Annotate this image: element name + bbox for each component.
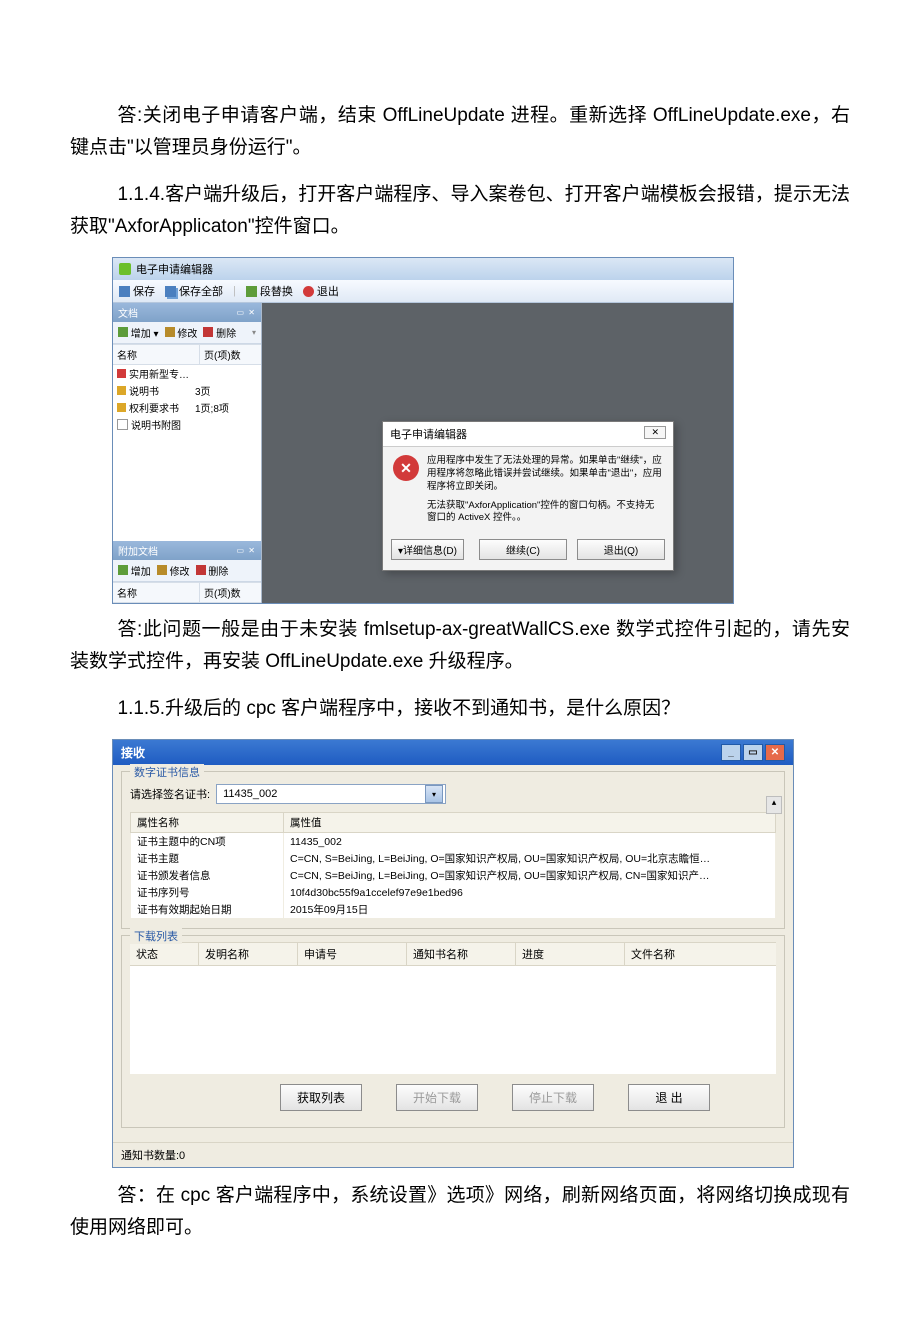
dialog-message: 应用程序中发生了无法处理的异常。如果单击"继续"，应用程序将忽略此错误并尝试继续… bbox=[427, 455, 663, 525]
fieldset-legend: 下载列表 bbox=[130, 928, 182, 944]
list-item[interactable]: 说明书3页 bbox=[113, 382, 261, 399]
docs-list: 实用新型专… 说明书3页 权利要求书1页;8项 说明书附图 bbox=[113, 365, 261, 541]
doc-img-icon bbox=[117, 419, 128, 430]
delete-button[interactable]: 删除 bbox=[196, 563, 229, 578]
button-row: 获取列表 开始下载 停止下载 退 出 bbox=[130, 1074, 776, 1117]
editor-toolbar: 保存 保存全部 | 段替换 退出 bbox=[113, 280, 733, 303]
pane-controls-icon[interactable]: ▭ ✕ bbox=[237, 546, 256, 555]
window-title: 电子申请编辑器 bbox=[136, 261, 213, 277]
close-button[interactable]: ✕ bbox=[765, 744, 785, 761]
download-list-body bbox=[130, 966, 776, 1074]
attach-list-header: 名称 页(项)数 bbox=[113, 582, 261, 603]
error-dialog: ✕ 电子申请编辑器 ✕ 应用程序中发生了无法处理的异常。如果单击"继续"，应用程… bbox=[382, 421, 674, 571]
docs-list-header: 名称 页(项)数 bbox=[113, 344, 261, 365]
save-all-button[interactable]: 保存全部 bbox=[165, 283, 223, 299]
docs-pane-header: 文档▭ ✕ bbox=[113, 303, 261, 322]
plus-icon bbox=[118, 327, 128, 337]
doc-icon bbox=[117, 386, 126, 395]
cert-fieldset: 数字证书信息 请选择签名证书: 11435_002 ▾ 属性名称属性值 证书主题… bbox=[121, 771, 785, 929]
cert-combobox[interactable]: 11435_002 ▾ bbox=[216, 784, 446, 804]
list-item[interactable]: 权利要求书1页;8项 bbox=[113, 399, 261, 416]
edit-icon bbox=[165, 327, 175, 337]
add-button[interactable]: 增加 bbox=[118, 563, 151, 578]
scroll-up-icon[interactable]: ▴ bbox=[766, 796, 782, 814]
doc-xml-icon bbox=[117, 369, 126, 378]
app-icon bbox=[119, 263, 131, 275]
maximize-button[interactable]: ▭ bbox=[743, 744, 763, 761]
quit-button[interactable]: 退出(Q) bbox=[577, 539, 665, 560]
window-titlebar: 接收 _ ▭ ✕ bbox=[113, 740, 793, 765]
add-button[interactable]: 增加 ▾ bbox=[118, 325, 159, 340]
save-icon bbox=[119, 286, 130, 297]
exit-button[interactable]: 退 出 bbox=[628, 1084, 710, 1111]
table-row: 证书主题C=CN, S=BeiJing, L=BeiJing, O=国家知识产权… bbox=[131, 850, 776, 867]
left-pane: 文档▭ ✕ 增加 ▾ 修改 删除 ▾ 名称 页(项)数 实用新型专… 说明书3页… bbox=[113, 303, 262, 603]
doc-icon bbox=[117, 403, 126, 412]
answer-114: 答:此问题一般是由于未安装 fmlsetup-ax-greatWallCS.ex… bbox=[70, 614, 850, 679]
download-list-header: 状态 发明名称 申请号 通知书名称 进度 文件名称 bbox=[130, 942, 776, 966]
dialog-close-button[interactable]: ✕ bbox=[644, 426, 666, 439]
delete-button[interactable]: 删除 bbox=[203, 325, 236, 340]
status-bar: 通知书数量:0 bbox=[113, 1142, 793, 1167]
stop-download-button[interactable]: 停止下载 bbox=[512, 1084, 594, 1111]
window-controls: _ ▭ ✕ bbox=[721, 744, 785, 761]
question-114: 1.1.4.客户端升级后，打开客户端程序、导入案卷包、打开客户端模板会报错，提示… bbox=[70, 179, 850, 244]
cert-properties-table: 属性名称属性值 证书主题中的CN项11435_002 证书主题C=CN, S=B… bbox=[130, 812, 776, 918]
replace-icon bbox=[246, 286, 257, 297]
start-download-button[interactable]: 开始下载 bbox=[396, 1084, 478, 1111]
attach-toolbar: 增加 修改 删除 bbox=[113, 560, 261, 582]
list-item[interactable]: 实用新型专… bbox=[113, 365, 261, 382]
table-row: 证书主题中的CN项11435_002 bbox=[131, 833, 776, 851]
question-115: 1.1.5.升级后的 cpc 客户端程序中，接收不到通知书，是什么原因？ bbox=[70, 693, 850, 725]
fieldset-legend: 数字证书信息 bbox=[130, 764, 204, 780]
save-all-icon bbox=[165, 286, 176, 297]
edit-icon bbox=[157, 565, 167, 575]
editor-window: 电子申请编辑器 保存 保存全部 | 段替换 退出 文档▭ ✕ 增加 ▾ 修改 删… bbox=[112, 257, 734, 604]
download-fieldset: 下载列表 状态 发明名称 申请号 通知书名称 进度 文件名称 获取列表 开始下载… bbox=[121, 935, 785, 1128]
exit-icon bbox=[303, 286, 314, 297]
replace-button[interactable]: 段替换 bbox=[246, 283, 293, 299]
delete-icon bbox=[196, 565, 206, 575]
pane-controls-icon[interactable]: ▭ ✕ bbox=[237, 308, 256, 317]
attach-pane-header: 附加文档▭ ✕ bbox=[113, 541, 261, 560]
chevron-down-icon[interactable]: ▾ bbox=[425, 785, 443, 803]
edit-button[interactable]: 修改 bbox=[165, 325, 198, 340]
save-button[interactable]: 保存 bbox=[119, 283, 155, 299]
minimize-button[interactable]: _ bbox=[721, 744, 741, 761]
delete-icon bbox=[203, 327, 213, 337]
answer-113: 答:关闭电子申请客户端，结束 OffLineUpdate 进程。重新选择 Off… bbox=[70, 100, 850, 165]
attach-pane: 附加文档▭ ✕ 增加 修改 删除 名称 页(项)数 bbox=[113, 541, 261, 603]
window-titlebar: 电子申请编辑器 bbox=[113, 258, 733, 280]
table-row: 证书颁发者信息C=CN, S=BeiJing, L=BeiJing, O=国家知… bbox=[131, 867, 776, 884]
answer-115: 答：在 cpc 客户端程序中，系统设置》选项》网络，刷新网络页面，将网络切换成现… bbox=[70, 1180, 850, 1245]
continue-button[interactable]: 继续(C) bbox=[479, 539, 567, 560]
cert-select-label: 请选择签名证书: bbox=[130, 786, 210, 802]
list-item[interactable]: 说明书附图 bbox=[113, 416, 261, 433]
docs-toolbar: 增加 ▾ 修改 删除 ▾ bbox=[113, 322, 261, 344]
fetch-list-button[interactable]: 获取列表 bbox=[280, 1084, 362, 1111]
plus-icon bbox=[118, 565, 128, 575]
edit-button[interactable]: 修改 bbox=[157, 563, 190, 578]
table-row: 证书序列号10f4d30bc55f9a1ccelef97e9e1bed96 bbox=[131, 884, 776, 901]
window-title: 接收 bbox=[121, 744, 145, 761]
exit-button[interactable]: 退出 bbox=[303, 283, 339, 299]
table-row: 证书有效期起始日期2015年09月15日 bbox=[131, 901, 776, 918]
toolbar-overflow-icon[interactable]: ▾ bbox=[252, 328, 256, 337]
receive-window: 接收 _ ▭ ✕ 数字证书信息 请选择签名证书: 11435_002 ▾ 属性名… bbox=[112, 739, 794, 1168]
details-button[interactable]: ▾详细信息(D) bbox=[391, 539, 464, 560]
error-icon: ✕ bbox=[393, 455, 419, 481]
editor-canvas: ✕ 电子申请编辑器 ✕ 应用程序中发生了无法处理的异常。如果单击"继续"，应用程… bbox=[262, 303, 733, 603]
dialog-titlebar: ✕ 电子申请编辑器 bbox=[383, 422, 673, 447]
